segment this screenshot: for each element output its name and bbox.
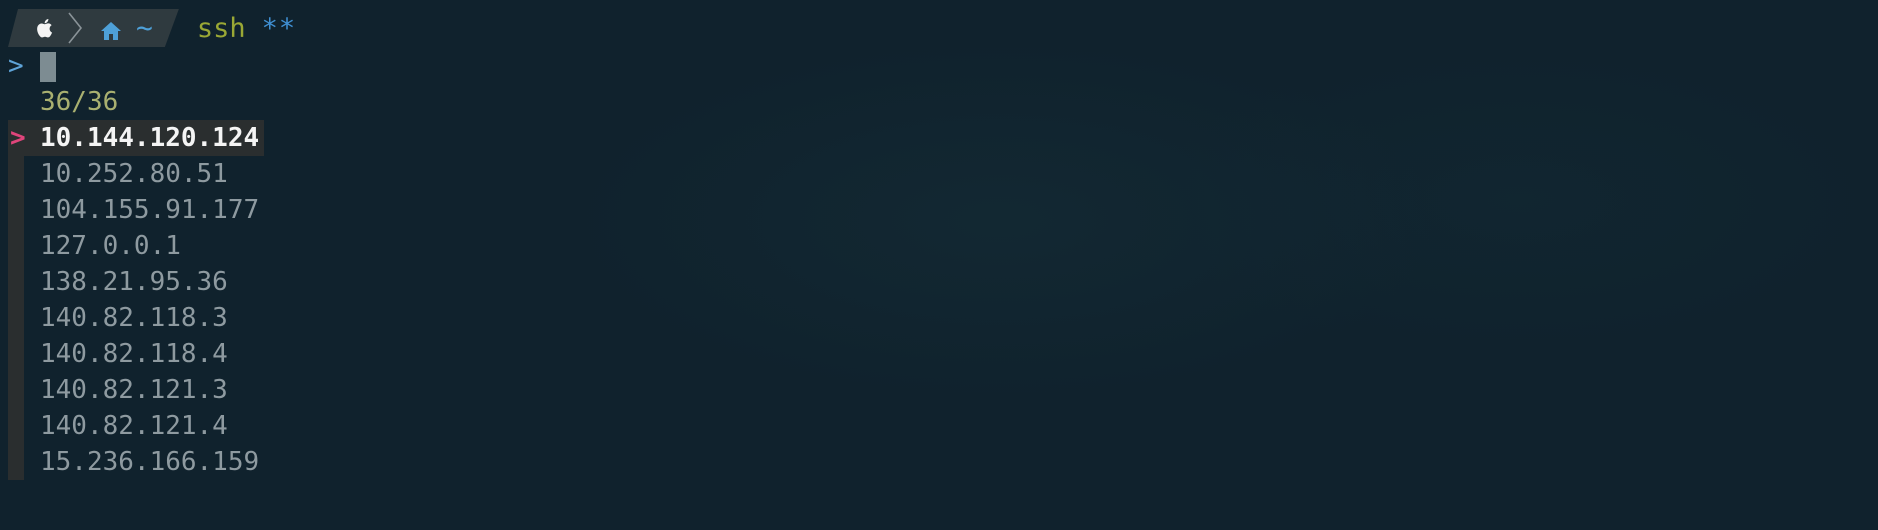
host-item[interactable]: 138.21.95.36 — [40, 264, 228, 300]
list-item[interactable]: 138.21.95.36 — [0, 264, 280, 300]
list-item[interactable]: 140.82.118.3 — [0, 300, 280, 336]
text-cursor[interactable] — [40, 52, 56, 82]
apple-logo-icon — [34, 16, 56, 40]
shell-prompt: ~ ssh ** — [8, 9, 296, 47]
host-item[interactable]: 104.155.91.177 — [40, 192, 259, 228]
list-item[interactable]: 140.82.121.3 — [0, 372, 280, 408]
host-item[interactable]: 140.82.118.3 — [40, 300, 228, 336]
terminal-background — [0, 0, 1878, 530]
host-item[interactable]: 127.0.0.1 — [40, 228, 181, 264]
path-text: ~ — [136, 11, 153, 44]
list-item[interactable]: 127.0.0.1 — [0, 228, 280, 264]
host-item[interactable]: 140.82.121.3 — [40, 372, 228, 408]
chevron-right-icon — [66, 9, 84, 47]
list-item-selected[interactable]: > 10.144.120.124 — [0, 120, 280, 156]
match-count-row: 36/36 — [0, 84, 200, 120]
list-item[interactable]: 15.236.166.159 — [0, 444, 280, 480]
host-item[interactable]: 10.252.80.51 — [40, 156, 228, 192]
list-item[interactable]: 104.155.91.177 — [0, 192, 280, 228]
command-text: ssh — [196, 12, 246, 44]
selection-pointer: > — [10, 123, 26, 153]
list-item[interactable]: 140.82.121.4 — [0, 408, 280, 444]
list-item[interactable]: 140.82.118.4 — [0, 336, 280, 372]
match-count: 36/36 — [40, 87, 119, 117]
command-argument: ** — [261, 12, 297, 44]
list-item[interactable]: 10.252.80.51 — [0, 156, 280, 192]
home-icon — [100, 18, 122, 38]
host-item[interactable]: 140.82.121.4 — [40, 408, 228, 444]
finder-query-row[interactable]: > — [0, 48, 200, 84]
query-marker: > — [8, 51, 24, 81]
powerline-segment: ~ — [8, 9, 179, 47]
host-item[interactable]: 140.82.118.4 — [40, 336, 228, 372]
host-item[interactable]: 15.236.166.159 — [40, 444, 259, 480]
host-item[interactable]: 10.144.120.124 — [40, 120, 259, 156]
